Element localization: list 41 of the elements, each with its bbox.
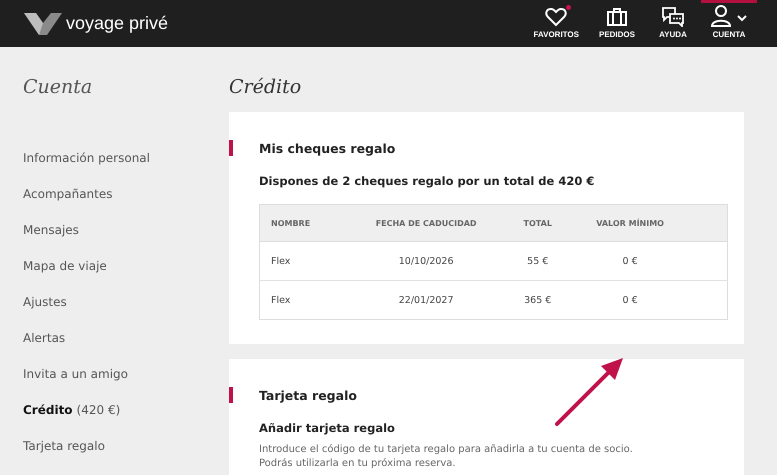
nav-item[interactable]: PEDIDOS <box>588 0 645 47</box>
page-title: Crédito <box>229 76 302 98</box>
chat-icon <box>662 7 684 27</box>
brand-name: voyage privé <box>66 13 168 34</box>
column-header: NOMBRE <box>260 204 349 242</box>
suitcase-icon <box>606 7 627 27</box>
column-header: TOTAL <box>503 204 572 242</box>
sidebar-item[interactable]: Acompañantes <box>23 184 229 220</box>
subheading: Añadir tarjeta regalo <box>259 421 396 435</box>
summary-text: Dispones de 2 cheques regalo por un total de 420 € <box>259 174 596 188</box>
table-cell: 0 € <box>572 242 728 280</box>
sidebar-title: Cuenta <box>23 76 94 98</box>
sidebar-item[interactable]: Crédito (420 €) <box>23 400 229 436</box>
table-cell: Flex <box>260 242 349 280</box>
table-cell: Flex <box>260 280 349 320</box>
sidebar-item[interactable]: Información personal <box>23 148 229 184</box>
section-heading: Tarjeta regalo <box>259 388 357 402</box>
section-heading: Mis cheques regalo <box>259 140 396 156</box>
sidebar-item[interactable]: Mapa de viaje <box>23 256 229 292</box>
table-cell: 22/01/2027 <box>349 280 504 320</box>
accent-bar <box>229 387 233 403</box>
nav-item[interactable]: AYUDA <box>645 0 701 47</box>
heart-icon <box>545 7 568 27</box>
sidebar-item[interactable]: Invita a un amigo <box>23 364 229 400</box>
logo-icon <box>24 12 62 34</box>
sidebar-item[interactable]: Tarjeta regalo <box>23 436 229 472</box>
table-cell: 365 € <box>503 280 572 320</box>
table-cell: 55 € <box>503 242 572 280</box>
description-text: Introduce el código de tu tarjeta regalo para añadirla a tu cuenta de socio. <box>259 443 634 457</box>
nav-item[interactable]: CUENTA <box>701 0 757 47</box>
nav-item[interactable]: FAVORITOS <box>523 0 589 47</box>
user-icon <box>711 5 747 27</box>
column-header: VALOR MÍNIMO <box>572 204 728 242</box>
accent-bar <box>229 140 233 156</box>
table-cell: 0 € <box>572 280 728 320</box>
column-header: FECHA DE CADUCIDAD <box>349 204 504 242</box>
sidebar-item[interactable]: Ajustes <box>23 292 229 328</box>
sidebar-item[interactable]: Mensajes <box>23 220 229 256</box>
sidebar-item[interactable]: Alertas <box>23 328 229 364</box>
description-text: Podrás utilizarla en tu próxima reserva. <box>259 457 457 471</box>
table-cell: 10/10/2026 <box>349 242 504 280</box>
